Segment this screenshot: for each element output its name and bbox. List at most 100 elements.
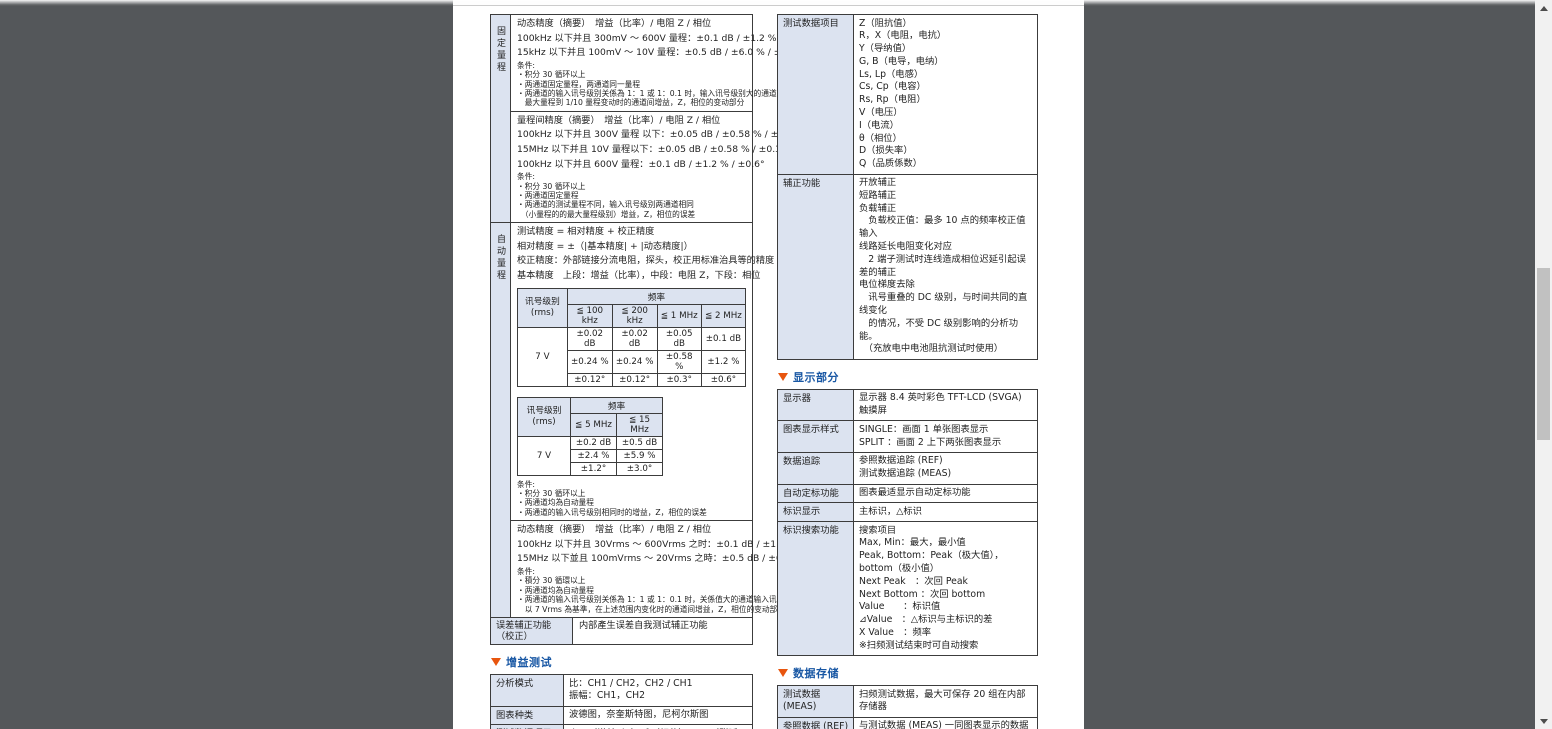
cell: ±0.2 dB <box>571 436 617 449</box>
cell: ±0.24 % <box>567 350 612 373</box>
row-label: 参照数据 (REF) <box>778 718 854 729</box>
test-accuracy-block: 测试精度 = 相对精度 + 校正精度相对精度 = ±（|基本精度| + |动态精… <box>511 223 752 520</box>
dynamic-accuracy-block: 动态精度（摘要） 增益（比率）/ 电阻 Z / 相位 100kHz 以下并且 3… <box>511 15 752 111</box>
row-label: 标识搜索功能 <box>778 522 854 655</box>
scroll-down-button[interactable] <box>1535 713 1552 729</box>
block-lines: 100kHz 以下并且 30Vrms ～ 600Vrms 之时：±0.1 dB … <box>517 538 746 567</box>
cell: ±0.05 dB <box>657 327 701 350</box>
block-lines: 100kHz 以下并且 300V 量程 以下：±0.05 dB / ±0.58 … <box>517 128 746 172</box>
table-row: 分析模式 比：CH1 / CH2，CH2 / CH1振幅：CH1，CH2 <box>491 675 752 706</box>
row-value: 比：CH1 / CH2，CH2 / CH1振幅：CH1，CH2 <box>564 675 752 706</box>
block-conditions: 条件:・积分 30 循环以上・两通道固定量程・两通道的测试量程不同，输入讯号级别… <box>517 172 746 219</box>
gain-test-table: 分析模式 比：CH1 / CH2，CH2 / CH1振幅：CH1，CH2 图表种… <box>490 674 753 729</box>
cell: ±3.0° <box>617 462 663 475</box>
block-conditions: 条件:・積分 30 循環以上・两通道均為自动量程・两通道的输入讯号级别关係為 1… <box>517 567 746 614</box>
scrollbar-thumb[interactable] <box>1537 268 1550 440</box>
row-label: 标识显示 <box>778 503 854 521</box>
row-value: 波德图，奈奎斯特图，尼柯尔斯图 <box>564 707 752 725</box>
section-title: 显示部分 <box>793 369 839 385</box>
cell: ±1.2 % <box>701 350 745 373</box>
row-label: 测试数据项目 <box>491 725 564 729</box>
row-value: 参照数据追踪 (REF)测试数据追踪 (MEAS) <box>854 453 1037 484</box>
table-row: 图表显示样式 SINGLE：画面 1 单张图表显示SPLIT ：画面 2 上下两… <box>778 420 1037 452</box>
display-table: 显示器 显示器 8.4 英吋彩色 TFT-LCD (SVGA) 触摸屏 图表显示… <box>777 389 1038 656</box>
cell: ±0.24 % <box>612 350 657 373</box>
right-column: 测试数据项目 Z（阻抗值）R，X（电阻，电抗）Y（导纳值）G, B（电导，电纳）… <box>777 14 1038 729</box>
block-conditions: 条件:・积分 30 循环以上・两通道均為自动量程・两通道的输入讯号级别相同时的增… <box>517 480 746 518</box>
block-conditions: 条件:・积分 30 循环以上・两通道固定量程，两通道同一量程・两通道的输入讯号级… <box>517 61 746 108</box>
cell: ±0.12° <box>612 373 657 386</box>
row-value: SINGLE：画面 1 单张图表显示SPLIT ：画面 2 上下两张图表显示 <box>854 421 1037 452</box>
error-correction-row: 误差辅正功能（校正） 内部產生误差自我测试辅正功能 <box>491 617 752 644</box>
section-marker-icon <box>491 658 501 666</box>
accuracy-range-table: 固定量程 动态精度（摘要） 增益（比率）/ 电阻 Z / 相位 100kHz 以… <box>490 14 753 645</box>
cell: ±0.02 dB <box>567 327 612 350</box>
scroll-down-icon <box>1540 719 1548 724</box>
row-value: 搜索项目Max, Min：最大，最小值Peak, Bottom：Peak（极大值… <box>854 522 1037 655</box>
pdf-page: 固定量程 动态精度（摘要） 增益（比率）/ 电阻 Z / 相位 100kHz 以… <box>453 0 1084 729</box>
cell: ±0.02 dB <box>612 327 657 350</box>
block-lines: 测试精度 = 相对精度 + 校正精度相对精度 = ±（|基本精度| + |动态精… <box>517 225 746 283</box>
cell: ±1.2° <box>571 462 617 475</box>
freq-header: 频率 <box>567 288 745 304</box>
section-header-display: 显示部分 <box>778 369 1038 385</box>
data-storage-table: 测试数据 (MEAS) 扫频测试数据，最大可保存 20 组在内部存储器 参照数据… <box>777 685 1038 729</box>
section-header-storage: 数据存储 <box>778 665 1038 681</box>
table-row: 测试数据项目 dBR（增益 dB），θ（相位）， GD（群延迟），R（增益绝对值… <box>491 724 752 729</box>
row-label: 分析模式 <box>491 675 564 706</box>
row-label: 图表种类 <box>491 707 564 725</box>
block-title: 动态精度（摘要） 增益（比率）/ 电阻 Z / 相位 <box>517 17 746 32</box>
row-value: 开放辅正短路辅正负载辅正 负载校正值：最多 10 点的频率校正值输入线路延长电阻… <box>854 175 1037 359</box>
fixed-range-segment: 固定量程 动态精度（摘要） 增益（比率）/ 电阻 Z / 相位 100kHz 以… <box>491 15 752 222</box>
measurement-items-table: 测试数据项目 Z（阻抗值）R，X（电阻，电抗）Y（导纳值）G, B（电导，电纳）… <box>777 14 1038 360</box>
signal-level-value: 7 V <box>518 327 568 386</box>
scroll-up-button[interactable] <box>1535 0 1552 16</box>
block-title: 量程间精度（摘要） 增益（比率）/ 电阻 Z / 相位 <box>517 114 746 129</box>
table-row: 标识搜索功能 搜索项目Max, Min：最大，最小值Peak, Bottom：P… <box>778 521 1037 655</box>
cell: ±0.5 dB <box>617 436 663 449</box>
table-row: 图表种类 波德图，奈奎斯特图，尼柯尔斯图 <box>491 706 752 725</box>
row-label: 显示器 <box>778 390 854 421</box>
col-header: ≦ 1 MHz <box>657 304 701 327</box>
scroll-up-icon <box>1540 6 1548 11</box>
col-header: ≦ 2 MHz <box>701 304 745 327</box>
table-row: 数据追踪 参照数据追踪 (REF)测试数据追踪 (MEAS) <box>778 452 1037 484</box>
table-corner: 讯号级别(rms) <box>518 288 568 327</box>
cell: ±5.9 % <box>617 449 663 462</box>
section-title: 增益测试 <box>506 654 552 670</box>
col-header: ≦ 15 MHz <box>617 413 663 436</box>
block-lines: 100kHz 以下并且 300mV ～ 600V 量程：±0.1 dB / ±1… <box>517 32 746 61</box>
cell: ±2.4 % <box>571 449 617 462</box>
accuracy-table-high-freq: 讯号级别(rms) 频率 ≦ 5 MHz ≦ 15 MHz 7 V ±0.2 d… <box>517 397 663 476</box>
table-row: 参照数据 (REF) 与测试数据 (MEAS) 一同图表显示的数据从测试数据或 … <box>778 717 1037 729</box>
row-value: 显示器 8.4 英吋彩色 TFT-LCD (SVGA) 触摸屏 <box>854 390 1037 421</box>
auto-range-label-cell: 自动量程 <box>491 223 511 617</box>
row-label: 数据追踪 <box>778 453 854 484</box>
cell: ±0.3° <box>657 373 701 386</box>
col-header: ≦ 5 MHz <box>571 413 617 436</box>
row-value: 图表最适显示自动定标功能 <box>854 485 1037 503</box>
cell: ±0.6° <box>701 373 745 386</box>
toolbar-shadow <box>0 0 1535 5</box>
inter-range-accuracy-block: 量程间精度（摘要） 增益（比率）/ 电阻 Z / 相位 100kHz 以下并且 … <box>511 111 752 222</box>
section-title: 数据存储 <box>793 665 839 681</box>
table-row: 测试数据 (MEAS) 扫频测试数据，最大可保存 20 组在内部存储器 <box>778 686 1037 717</box>
auto-range-segment: 自动量程 测试精度 = 相对精度 + 校正精度相对精度 = ±（|基本精度| +… <box>491 222 752 617</box>
row-value: 与测试数据 (MEAS) 一同图表显示的数据从测试数据或 USB 复製可显示 O… <box>854 718 1037 729</box>
cell: ±0.1 dB <box>701 327 745 350</box>
accuracy-table-low-freq: 讯号级别(rms) 频率 ≦ 100 kHz ≦ 200 kHz ≦ 1 MHz… <box>517 288 746 387</box>
row-label: 测试数据项目 <box>778 15 854 174</box>
left-column: 固定量程 动态精度（摘要） 增益（比率）/ 电阻 Z / 相位 100kHz 以… <box>490 14 753 729</box>
vertical-scrollbar[interactable] <box>1535 0 1552 729</box>
col-header: ≦ 200 kHz <box>612 304 657 327</box>
table-row: 显示器 显示器 8.4 英吋彩色 TFT-LCD (SVGA) 触摸屏 <box>778 390 1037 421</box>
table-row: 标识显示 主标识，△标识 <box>778 502 1037 521</box>
row-label: 误差辅正功能（校正） <box>491 618 573 644</box>
section-header-gain: 增益测试 <box>491 654 753 670</box>
fixed-range-label-cell: 固定量程 <box>491 15 511 222</box>
fixed-range-label: 固定量程 <box>494 26 507 74</box>
cell: ±0.58 % <box>657 350 701 373</box>
col-header: ≦ 100 kHz <box>567 304 612 327</box>
row-label: 测试数据 (MEAS) <box>778 686 854 717</box>
table-corner: 讯号级别(rms) <box>518 397 571 436</box>
